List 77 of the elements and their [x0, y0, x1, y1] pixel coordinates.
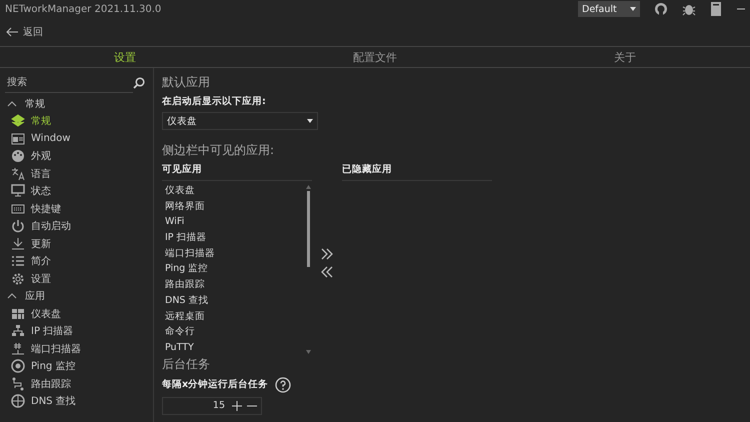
scrollbar-thumb[interactable]	[307, 191, 310, 267]
bug-icon[interactable]	[682, 2, 696, 16]
help-icon[interactable]	[275, 376, 292, 393]
sidebar-item[interactable]: 状态	[5, 182, 147, 200]
list-item[interactable]: Ping 监控	[162, 261, 305, 278]
move-left-icon[interactable]	[320, 265, 334, 279]
download-icon	[11, 236, 25, 251]
route-icon	[11, 376, 25, 391]
power-icon	[11, 219, 25, 234]
sidebar-item[interactable]: DNS 查找	[5, 392, 147, 410]
list-item[interactable]: 仪表盘	[162, 183, 305, 199]
list-icon	[11, 254, 25, 268]
back-button[interactable]: 返回	[6, 25, 43, 39]
list-item[interactable]: 网络界面	[162, 198, 305, 214]
field-label: 每隔x分钟运行后台任务	[162, 378, 268, 392]
dashboard-icon	[11, 306, 25, 321]
sidebar-item[interactable]: 自动启动	[5, 218, 147, 235]
group-header[interactable]: 常规	[5, 95, 147, 112]
sidebar-item[interactable]: Ping 监控	[5, 358, 147, 375]
number-spinner[interactable]: 15	[162, 396, 262, 415]
sidebar-item[interactable]: 外观	[5, 148, 147, 165]
sidebar-item[interactable]: 端口扫描器	[5, 340, 147, 358]
group-header[interactable]: 应用	[5, 288, 147, 305]
caret-icon	[307, 119, 313, 123]
plus-icon[interactable]	[232, 400, 242, 411]
book-icon[interactable]	[710, 2, 722, 16]
translate-icon	[11, 166, 25, 181]
window-title: NETworkManager 2021.11.30.0	[5, 4, 162, 14]
sidebar-item[interactable]: Window	[5, 130, 147, 148]
list-header: 可见应用	[162, 163, 312, 181]
search-icon	[133, 77, 145, 89]
list-item[interactable]: DNS 查找	[162, 292, 305, 308]
search-field[interactable]: 搜索	[5, 74, 133, 92]
port-icon	[11, 342, 25, 356]
interval-field[interactable]: 15	[163, 400, 227, 412]
list-item[interactable]: IP 扫描器	[162, 230, 305, 246]
caret-icon	[630, 7, 636, 11]
network-icon	[11, 324, 25, 338]
keyboard-icon	[11, 202, 25, 216]
palette-icon	[11, 149, 25, 164]
globe-icon	[11, 394, 25, 408]
sidebar-item[interactable]: 语言	[5, 165, 147, 182]
tab[interactable]: 配置文件	[250, 47, 500, 67]
list-item[interactable]: 路由跟踪	[162, 277, 305, 293]
ping-icon	[11, 359, 25, 374]
list-header: 已隐藏应用	[342, 163, 492, 181]
list-item[interactable]: 远程桌面	[162, 308, 305, 324]
layers-icon	[11, 114, 25, 128]
tab[interactable]: 关于	[500, 47, 750, 67]
list-item[interactable]: PuTTY	[162, 340, 305, 356]
section-heading: 默认应用	[162, 74, 210, 91]
scroll-up-icon[interactable]	[306, 185, 311, 189]
sidebar-item[interactable]: 路由跟踪	[5, 375, 147, 392]
field-label: 在启动后显示以下应用:	[162, 95, 266, 108]
sidebar-item[interactable]: 快捷键	[5, 200, 147, 218]
default-app-dropdown[interactable]: 仪表盘	[162, 112, 318, 130]
list-item[interactable]: WiFi	[162, 214, 305, 230]
section-heading: 侧边栏中可见的应用:	[162, 142, 274, 159]
tab[interactable]: 设置	[0, 47, 250, 67]
sidebar-item[interactable]: 仪表盘	[5, 305, 147, 322]
sidebar-item[interactable]: IP 扫描器	[5, 322, 147, 340]
sidebar-item[interactable]: 简介	[5, 252, 147, 270]
theme-dropdown[interactable]: Default	[578, 1, 640, 17]
list-item[interactable]: 端口扫描器	[162, 246, 305, 262]
back-arrow-icon	[6, 27, 18, 37]
window-icon	[11, 132, 25, 146]
chevron-icon	[7, 293, 17, 300]
gear-icon	[11, 272, 25, 286]
list-item[interactable]: 命令行	[162, 324, 305, 340]
monitor-icon	[11, 184, 25, 198]
sidebar-item[interactable]: 设置	[5, 270, 147, 288]
sidebar-item[interactable]: 更新	[5, 235, 147, 252]
move-right-icon[interactable]	[320, 247, 334, 261]
chevron-icon	[7, 100, 17, 107]
sidebar-item[interactable]: 常规	[5, 112, 147, 130]
scroll-down-icon[interactable]	[306, 350, 311, 354]
section-heading: 后台任务	[162, 356, 210, 373]
